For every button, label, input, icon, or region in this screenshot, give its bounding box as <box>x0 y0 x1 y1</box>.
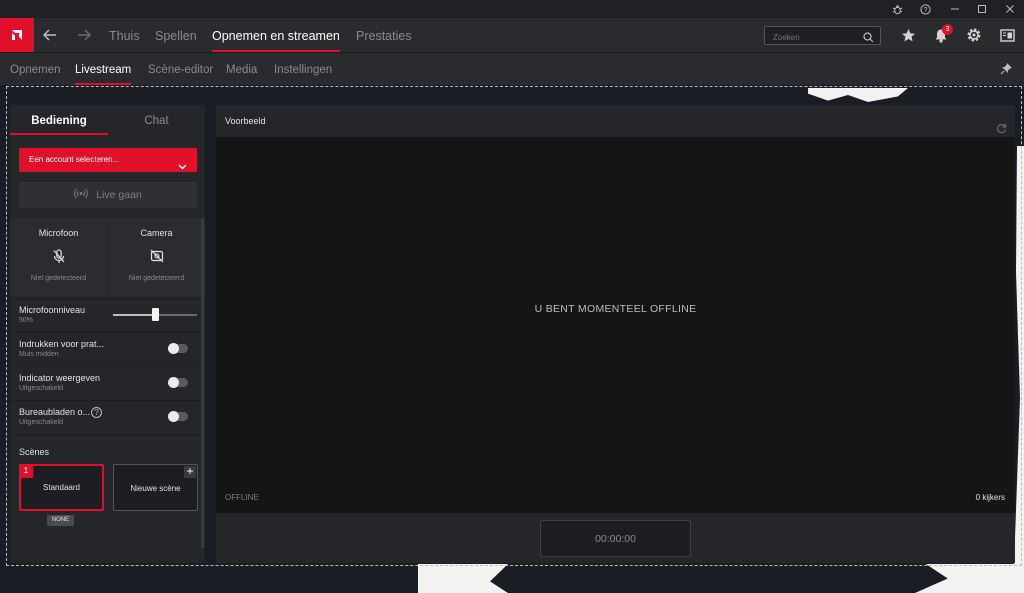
control-panel: Bediening Chat Een account selecteren...… <box>10 105 205 563</box>
preview-footer: 00:00:00 <box>216 513 1015 563</box>
mic-level-row: Microfoonniveau 50% <box>10 298 205 331</box>
scene-card-new[interactable]: + Nieuwe scène <box>113 464 198 511</box>
scene-number: 1 <box>19 464 33 478</box>
show-indicator-toggle[interactable] <box>168 377 188 388</box>
mic-level-label: Microfoonniveau <box>19 305 86 315</box>
amd-logo[interactable] <box>0 18 34 52</box>
nav-record-and-stream[interactable]: Opnemen en streamen <box>212 18 340 52</box>
push-to-talk-row: Indrukken voor prat... Muis midden <box>10 332 205 365</box>
tab-record[interactable]: Opnemen <box>10 53 61 85</box>
viewer-count: 0 kijkers <box>975 493 1005 502</box>
notification-count-badge: 3 <box>942 24 953 35</box>
preview-panel: Voorbeeld U BENT MOMENTEEL OFFLINE OFFLI… <box>216 105 1015 563</box>
divider <box>10 434 205 435</box>
window-title-bar: ? <box>0 0 1024 18</box>
stream-timer: 00:00:00 <box>540 520 691 557</box>
tab-scene-editor[interactable]: Scène-editor <box>148 53 213 85</box>
scenes-title: Scènes <box>19 447 50 457</box>
mic-level-handle[interactable] <box>152 308 159 321</box>
broadcast-icon <box>74 188 88 202</box>
help-icon[interactable]: ? <box>918 2 932 16</box>
camera-status: Niet gedetecteerd <box>128 275 185 282</box>
search-input[interactable] <box>765 29 861 46</box>
pin-icon[interactable] <box>1000 62 1013 80</box>
refresh-icon[interactable] <box>996 115 1007 147</box>
layout-panel-icon[interactable] <box>998 26 1016 44</box>
camera-title: Camera <box>140 228 173 238</box>
add-scene-icon[interactable]: + <box>184 465 196 478</box>
maximize-icon[interactable] <box>975 2 989 16</box>
scene-name: Standaard <box>43 483 80 492</box>
push-to-talk-toggle[interactable] <box>168 343 188 354</box>
account-select-label: Een account selecteren... <box>29 155 120 164</box>
search-box[interactable] <box>764 26 881 48</box>
show-indicator-status: Uitgeschakeld <box>19 385 63 392</box>
back-arrow-icon[interactable] <box>38 18 62 52</box>
microphone-title: Microfoon <box>38 228 79 238</box>
offline-message: U BENT MOMENTEEL OFFLINE <box>534 303 697 315</box>
scene-name: Nieuwe scène <box>130 484 181 493</box>
tab-chat[interactable]: Chat <box>108 105 205 135</box>
desktop-capture-toggle[interactable] <box>168 411 188 422</box>
tab-settings[interactable]: Instellingen <box>274 53 332 85</box>
preview-title: Voorbeeld <box>225 116 266 126</box>
minimize-icon[interactable] <box>948 2 962 16</box>
close-icon[interactable] <box>1003 2 1017 16</box>
bug-report-icon[interactable] <box>890 2 904 16</box>
background-wallpaper-shape <box>418 564 508 593</box>
help-icon[interactable]: ? <box>91 407 102 418</box>
push-to-talk-hotkey: Muis midden <box>19 351 59 358</box>
desktop-capture-row: Bureaubladen o... ? Uitgeschakeld <box>10 400 205 433</box>
background-wallpaper-shape <box>915 564 1024 593</box>
stream-status: OFFLINE <box>225 493 259 502</box>
forward-arrow-icon[interactable] <box>72 18 96 52</box>
mic-level-fill <box>113 314 155 316</box>
panel-scrollbar[interactable] <box>201 218 204 548</box>
scene-card-default[interactable]: 1 Standaard <box>19 464 104 511</box>
camera-off-icon <box>108 249 205 265</box>
scene-hotkey-badge: NONE <box>47 515 74 526</box>
account-select-dropdown[interactable]: Een account selecteren... <box>19 148 197 172</box>
search-icon[interactable] <box>863 30 874 48</box>
nav-performance[interactable]: Prestaties <box>356 18 412 52</box>
tab-controls[interactable]: Bediening <box>10 105 108 135</box>
show-indicator-label: Indicator weergeven <box>19 373 101 383</box>
push-to-talk-label: Indrukken voor prat... <box>19 339 105 349</box>
svg-text:?: ? <box>923 7 927 14</box>
main-navigation: Thuis Spellen Opnemen en streamen Presta… <box>0 18 1024 52</box>
microphone-off-icon <box>10 249 107 265</box>
tab-livestream[interactable]: Livestream <box>75 53 132 85</box>
show-indicator-row: Indicator weergeven Uitgeschakeld <box>10 366 205 399</box>
microphone-box[interactable]: Microfoon Niet gedetecteerd <box>10 218 107 296</box>
mic-level-slider[interactable] <box>113 308 197 321</box>
desktop-capture-label: Bureaubladen o... <box>19 407 91 417</box>
camera-box[interactable]: Camera Niet gedetecteerd <box>108 218 205 296</box>
nav-home[interactable]: Thuis <box>109 18 140 52</box>
settings-gear-icon[interactable] <box>965 26 983 44</box>
nav-games[interactable]: Spellen <box>155 18 197 52</box>
chevron-down-icon <box>178 156 187 180</box>
desktop-capture-status: Uitgeschakeld <box>19 419 63 426</box>
preview-header: Voorbeeld <box>216 105 1015 137</box>
favorites-star-icon[interactable] <box>899 26 917 44</box>
go-live-label: Live gaan <box>96 189 142 201</box>
sub-navigation: Opnemen Livestream Scène-editor Media In… <box>0 52 1024 85</box>
microphone-status: Niet gedetecteerd <box>30 275 87 282</box>
go-live-button[interactable]: Live gaan <box>19 182 197 208</box>
mic-level-value: 50% <box>19 317 34 324</box>
tab-media[interactable]: Media <box>226 53 257 85</box>
